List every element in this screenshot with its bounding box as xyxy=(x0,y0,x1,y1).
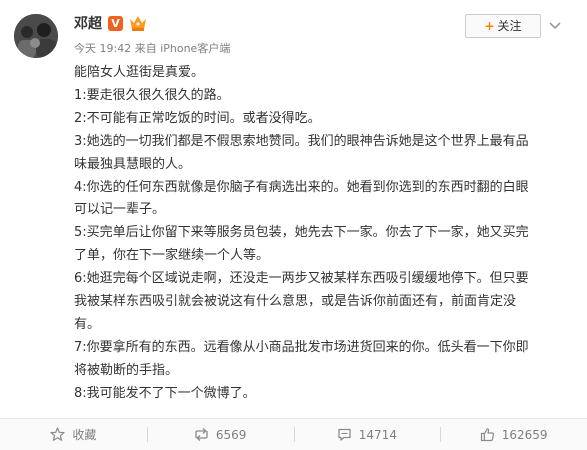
plus-icon: + xyxy=(484,19,495,33)
follow-button[interactable]: + 关注 xyxy=(465,14,541,38)
post-source[interactable]: 来自 iPhone客户端 xyxy=(135,42,231,55)
post-meta: 今天 19:42 来自 iPhone客户端 xyxy=(74,42,230,56)
avatar[interactable] xyxy=(14,14,58,58)
action-bar: 收藏 6569 14714 162659 xyxy=(0,419,587,450)
collect-button[interactable]: 收藏 xyxy=(0,419,147,450)
verified-v-icon: V xyxy=(108,16,123,31)
comment-button[interactable]: 14714 xyxy=(293,419,441,450)
post-line: 有。 xyxy=(74,316,101,332)
post-line: 2:不可能有正常吃饭的时间。或者没得吃。 xyxy=(74,110,321,126)
repost-count: 6569 xyxy=(215,427,247,442)
post-line: 可以记一辈子。 xyxy=(74,202,166,218)
like-button[interactable]: 162659 xyxy=(440,419,587,450)
post-line: 味最独具慧眼的人。 xyxy=(74,156,192,172)
post-line: 我被某样东西吸引就会被说这有什么意思，或是告诉你前面还有，前面肯定没 xyxy=(74,294,517,310)
comment-icon xyxy=(337,427,352,442)
post-line: 7:你要拿所有的东西。远看像从小商品批发市场进货回来的你。低头看一下你即 xyxy=(74,339,529,355)
repost-icon xyxy=(194,427,209,442)
post-line: 4:你选的任何东西就像是你脑子有病选出来的。她看到你选到的东西时翻的白眼 xyxy=(74,179,529,195)
post-line: 3:她选的一切我们都是不假思索地赞同。我们的眼神告诉她是这个世界上最有品 xyxy=(74,133,529,149)
follow-label: 关注 xyxy=(497,19,522,33)
vip-crown-icon[interactable] xyxy=(128,14,148,32)
collect-label: 收藏 xyxy=(72,428,97,442)
post-line: 将被勒断的手指。 xyxy=(74,362,179,378)
post-line: 了单，你在下一家继续一个人等。 xyxy=(74,248,270,264)
like-count: 162659 xyxy=(501,427,548,442)
post-line: 1:要走很久很久很久的路。 xyxy=(74,87,230,103)
post-line: 能陪女人逛街是真爱。 xyxy=(74,65,205,80)
comment-count: 14714 xyxy=(358,427,397,442)
author-name[interactable]: 邓超 xyxy=(74,14,102,34)
verified-badge-text: V xyxy=(111,17,120,30)
thumbs-up-icon xyxy=(480,427,495,442)
post-time[interactable]: 今天 19:42 xyxy=(74,42,131,55)
star-icon xyxy=(50,427,65,442)
repost-button[interactable]: 6569 xyxy=(146,419,294,450)
post-line: 8:我可能发不了下一个微博了。 xyxy=(74,385,256,401)
post-line: 6:她逛完每个区域说走啊，还没走一两步又被某样东西吸引缓缓地停下。但只要 xyxy=(74,271,529,287)
chevron-down-icon[interactable] xyxy=(546,18,564,34)
post-line: 5:买完单后让你留下来等服务员包装，她先去下一家。你去了下一家，她又买完 xyxy=(74,225,529,241)
weibo-post-card: 邓超 V 今天 19:42 来自 iPhone客户端 + 关注 能陪女人逛街是真爱… xyxy=(0,0,587,450)
post-text: 能陪女人逛街是真爱。 1:要走很久很久很久的路。 2:不可能有正常吃饭的时间。或… xyxy=(74,62,574,406)
